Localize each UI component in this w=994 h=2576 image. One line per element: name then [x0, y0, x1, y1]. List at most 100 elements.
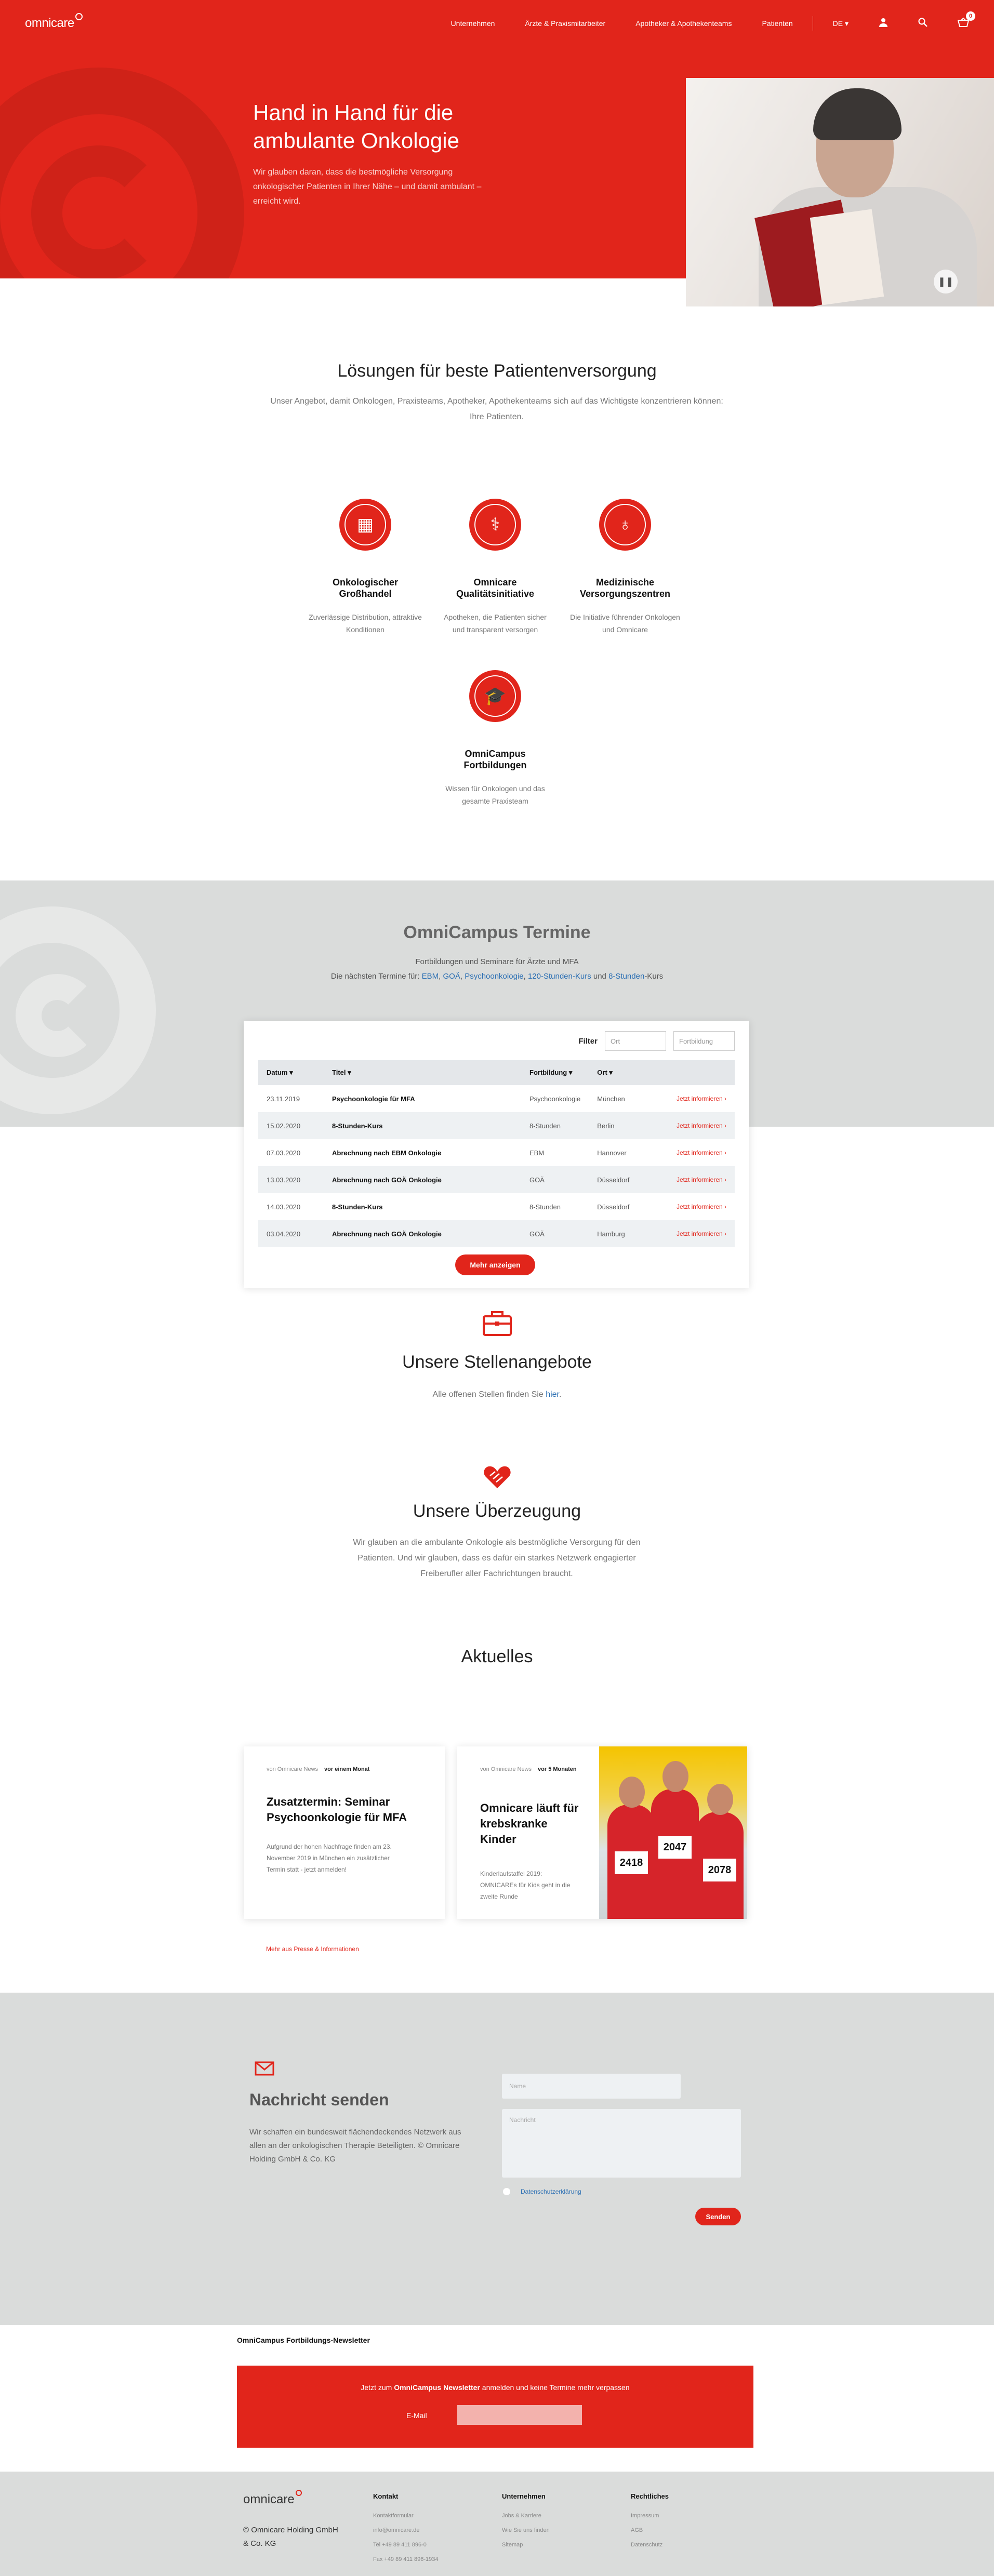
nav-aerzte[interactable]: Ärzte & Praxismitarbeiter [525, 19, 605, 28]
solution-omnicampus[interactable]: 🎓 OmniCampus Fortbildungen Wissen für On… [438, 670, 552, 807]
info-link[interactable]: Jetzt informieren › [661, 1166, 735, 1193]
cell-ort: München [597, 1095, 625, 1103]
send-button[interactable]: Senden [695, 2208, 741, 2225]
filter-fortbildung-input[interactable]: Fortbildung [673, 1031, 735, 1051]
language-select[interactable]: DE ▾ [833, 19, 849, 28]
campus-line2-suffix: -Kurs [644, 972, 664, 981]
checkbox-icon[interactable] [503, 2188, 510, 2195]
newsletter-text-suffix: anmelden und keine Termine mehr verpasse… [480, 2383, 630, 2392]
cell-titel: Psychoonkologie für MFA [332, 1095, 415, 1103]
privacy-link[interactable]: Datenschutzerklärung [521, 2188, 581, 2195]
news-card-title: Omnicare läuft für krebskranke Kinder [480, 1801, 579, 1846]
logo[interactable]: omnicare [25, 13, 83, 31]
pause-icon[interactable]: ❚❚ [934, 270, 958, 293]
news-source: von Omnicare News [267, 1766, 319, 1772]
news-card-title: Zusatztermin: Seminar Psychoonkologie fü… [267, 1795, 407, 1824]
cell-titel: Abrechnung nach GOÄ Onkologie [324, 1166, 521, 1193]
footer-column-rechtliches: Rechtliches Impressum AGB Datenschutz [631, 2492, 745, 2552]
footer-link[interactable]: Datenschutz [631, 2538, 745, 2552]
brand-watermark-inner [16, 974, 99, 1057]
cell-datum: 15.02.2020 [258, 1112, 324, 1139]
solution-text: Apotheken, die Patienten sicher und tran… [444, 613, 547, 634]
main-nav: Unternehmen Ärzte & Praxismitarbeiter Ap… [451, 11, 975, 31]
footer-link[interactable]: Impressum [631, 2508, 745, 2523]
solutions-title: Lösungen für beste Patientenversorgung [337, 361, 657, 381]
info-link[interactable]: Jetzt informieren › [661, 1139, 735, 1166]
info-link[interactable]: Jetzt informieren › [661, 1085, 735, 1112]
news-time: vor einem Monat [324, 1766, 370, 1772]
nav-patienten[interactable]: Patienten [762, 19, 792, 28]
footer-link[interactable]: Sitemap [502, 2538, 616, 2552]
newsletter-text: Jetzt zum OmniCampus Newsletter anmelden… [237, 2383, 753, 2392]
footer-link[interactable]: Wie Sie uns finden [502, 2523, 616, 2538]
column-header-datum[interactable]: Datum ▾ [258, 1060, 324, 1085]
footer-link[interactable]: info@omnicare.de [373, 2523, 487, 2538]
info-link[interactable]: Jetzt informieren › [661, 1220, 735, 1247]
column-header-ort[interactable]: Ort ▾ [589, 1060, 662, 1085]
column-header-fortbildung[interactable]: Fortbildung ▾ [521, 1060, 589, 1085]
show-more-button[interactable]: Mehr anzeigen [455, 1254, 535, 1275]
account-icon[interactable] [879, 18, 888, 30]
link-8-stunden[interactable]: 8-Stunden [608, 972, 644, 981]
runner-figure: 2418 [607, 1777, 655, 1919]
hero-image-headscarf [813, 88, 902, 140]
belief-text: Wir glauben an die ambulante Onkologie a… [353, 1538, 641, 1578]
campus-line2-prefix: Die nächsten Termine für: [330, 972, 420, 981]
envelope-icon [255, 2060, 274, 2080]
footer-link[interactable]: Tel +49 89 411 896-0 [373, 2538, 487, 2552]
info-link[interactable]: Jetzt informieren › [661, 1112, 735, 1139]
heart-hands-icon [0, 1462, 994, 1496]
nav-unternehmen[interactable]: Unternehmen [451, 19, 495, 28]
search-icon[interactable] [918, 17, 927, 30]
solutions-subtitle: Unser Angebot, damit Onkologen, Praxiste… [270, 397, 723, 421]
campus-subtitle: Fortbildungen und Seminare für Ärzte und… [0, 955, 994, 984]
cart-icon[interactable]: 0 [957, 11, 975, 30]
race-bib: 2078 [703, 1859, 736, 1881]
footer-link[interactable]: Jobs & Karriere [502, 2508, 616, 2523]
cell-fortbildung: EBM [529, 1149, 545, 1157]
cell-ort: Düsseldorf [597, 1203, 630, 1211]
link-goae[interactable]: GOÄ [443, 972, 460, 981]
contact-title: Nachricht senden [249, 2090, 389, 2109]
campus-line2: Die nächsten Termine für: EBM, GOÄ, Psyc… [330, 972, 664, 981]
nav-apotheker[interactable]: Apotheker & Apothekenteams [635, 19, 732, 28]
more-news-link[interactable]: Mehr aus Presse & Informationen [266, 1945, 359, 1953]
privacy-checkbox[interactable]: Datenschutzerklärung [503, 2188, 581, 2195]
solution-versorgungszentren[interactable]: ♁ Medizinische Versorgungszentren Die In… [568, 499, 682, 636]
stethoscope-icon: ♁ [599, 499, 651, 551]
column-header-titel[interactable]: Titel ▾ [324, 1060, 521, 1085]
name-input[interactable]: Name [502, 2074, 681, 2099]
solution-title: Omnicare Qualitätsinitiative [456, 577, 535, 599]
runner-figure: 2078 [696, 1784, 744, 1919]
link-psychoonkologie[interactable]: Psychoonkologie [465, 972, 523, 981]
caduceus-icon: ⚕ [469, 499, 521, 551]
solution-qualitaetsinitiative[interactable]: ⚕ Omnicare Qualitätsinitiative Apotheken… [438, 499, 552, 636]
column-header-action [661, 1060, 735, 1085]
jobs-link[interactable]: hier [546, 1390, 559, 1399]
footer-link: Fax +49 89 411 896-1934 [373, 2556, 439, 2562]
cell-ort: Hannover [597, 1149, 627, 1157]
message-textarea[interactable]: Nachricht [502, 2109, 741, 2178]
news-card[interactable]: von Omnicare News vor 5 Monaten Omnicare … [457, 1746, 747, 1919]
link-ebm[interactable]: EBM [422, 972, 439, 981]
cell-fortbildung: GOÄ [521, 1166, 589, 1193]
runner-figure: 2047 [651, 1761, 699, 1919]
newsletter-text-prefix: Jetzt zum [361, 2383, 394, 2392]
email-input[interactable] [457, 2405, 582, 2425]
brand-watermark-inner [31, 145, 166, 278]
jobs-text-end: . [559, 1390, 562, 1399]
solution-title: OmniCampus Fortbildungen [463, 749, 527, 770]
filter-ort-input[interactable]: Ort [605, 1031, 666, 1051]
news-card[interactable]: von Omnicare News vor einem Monat Zusatzt… [244, 1746, 445, 1919]
footer-link[interactable]: Kontaktformular [373, 2508, 487, 2523]
footer-logo[interactable]: omnicare [243, 2490, 302, 2507]
news-meta: von Omnicare News vor einem Monat [267, 1766, 369, 1772]
jobs-title: Unsere Stellenangebote [402, 1352, 592, 1372]
footer-column-unternehmen: Unternehmen Jobs & Karriere Wie Sie uns … [502, 2492, 616, 2552]
solution-grosshandel[interactable]: ▦ Onkologischer Großhandel Zuverlässige … [308, 499, 422, 636]
solution-title: Onkologischer Großhandel [332, 577, 399, 599]
footer-link[interactable]: AGB [631, 2523, 745, 2538]
link-120-stunden[interactable]: 120-Stunden-Kurs [528, 972, 591, 981]
cell-titel: Abrechnung nach EBM Onkologie [332, 1149, 442, 1157]
info-link[interactable]: Jetzt informieren › [661, 1193, 735, 1220]
